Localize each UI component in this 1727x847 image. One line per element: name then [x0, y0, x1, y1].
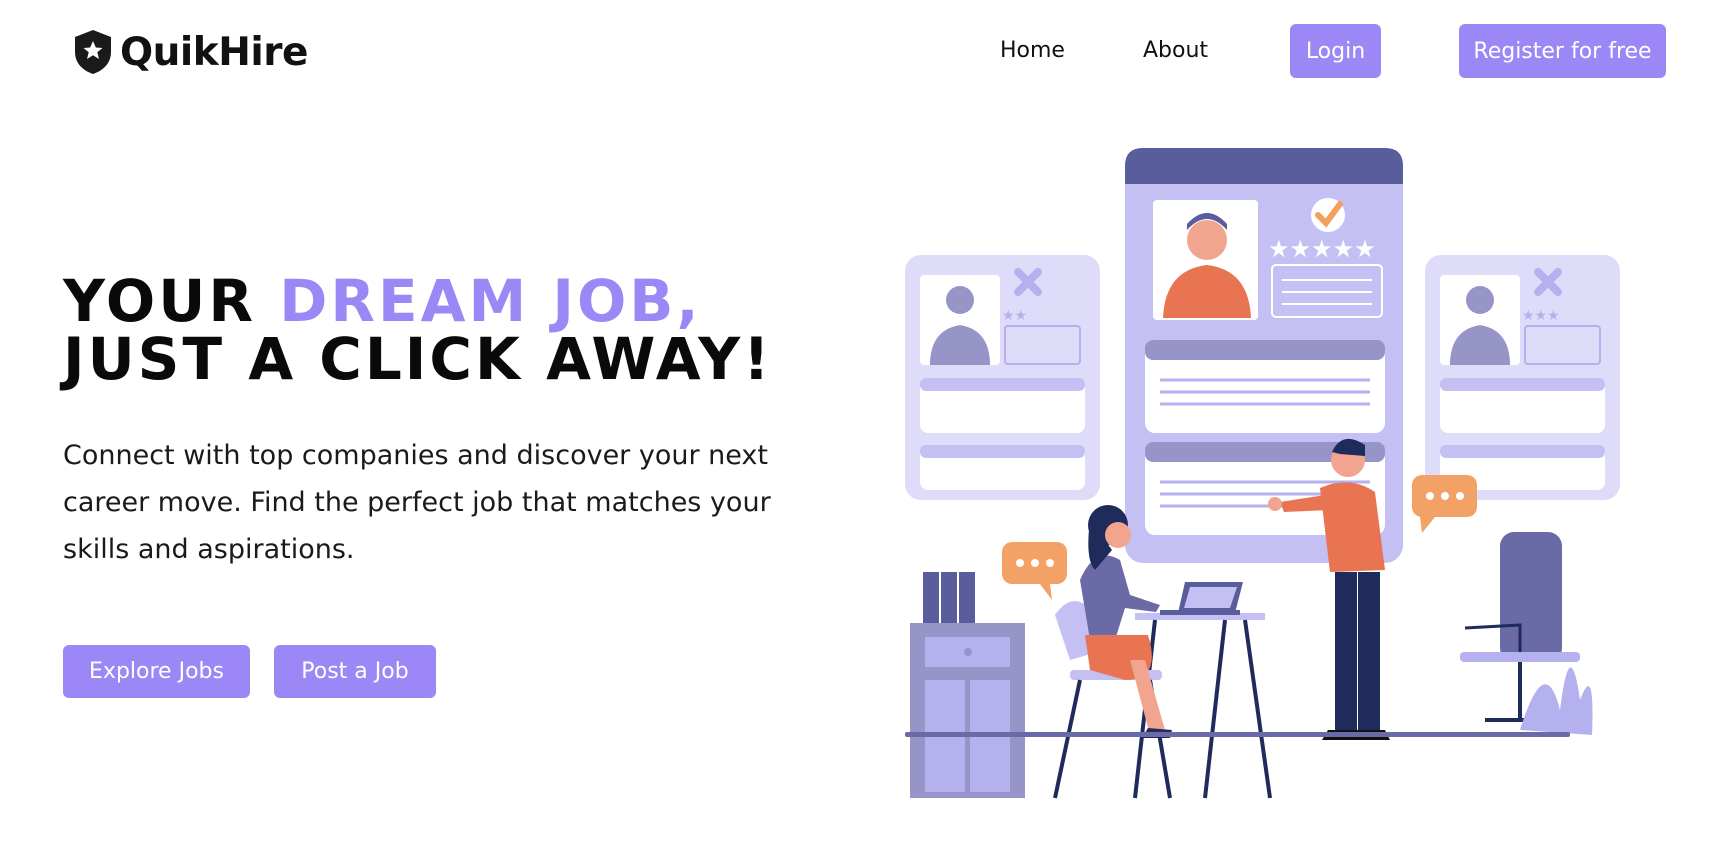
svg-text:★★★★★: ★★★★★ [1268, 235, 1376, 263]
speech-bubble-left [1002, 542, 1067, 600]
right-profile-card: ★★★ [1425, 255, 1620, 500]
office-chair [1460, 532, 1580, 722]
login-button[interactable]: Login [1290, 24, 1381, 78]
hero-description: Connect with top companies and discover … [63, 440, 771, 565]
navbar: QuikHire Home About Login Register for f… [0, 0, 1727, 105]
svg-text:★★: ★★ [1002, 308, 1027, 324]
shield-star-icon [75, 30, 111, 74]
illustration-svg: ★★ ★★★ ★★★★★ [905, 148, 1620, 799]
floor-line [905, 732, 1570, 737]
svg-text:★★★: ★★★ [1522, 308, 1560, 324]
speech-bubble-right [1412, 475, 1477, 533]
brand-name: QuikHire [120, 29, 308, 75]
brand-logo[interactable]: QuikHire [72, 28, 308, 76]
cabinet [910, 572, 1025, 798]
hero-title: YOUR DREAM JOB, JUST A CLICK AWAY! [63, 272, 773, 388]
hero-title-line1: YOUR DREAM JOB, [63, 272, 773, 330]
desk [1133, 582, 1272, 799]
plant [1520, 667, 1593, 735]
post-job-button[interactable]: Post a Job [274, 645, 436, 698]
register-button[interactable]: Register for free [1459, 24, 1666, 78]
nav-about-link[interactable]: About [1143, 38, 1208, 63]
job-search-illustration: ★★ ★★★ ★★★★★ [880, 140, 1660, 830]
left-profile-card: ★★ [905, 255, 1100, 500]
hero-title-line2: JUST A CLICK AWAY! [63, 325, 773, 393]
explore-jobs-button[interactable]: Explore Jobs [63, 645, 250, 698]
nav-home-link[interactable]: Home [1000, 38, 1065, 63]
